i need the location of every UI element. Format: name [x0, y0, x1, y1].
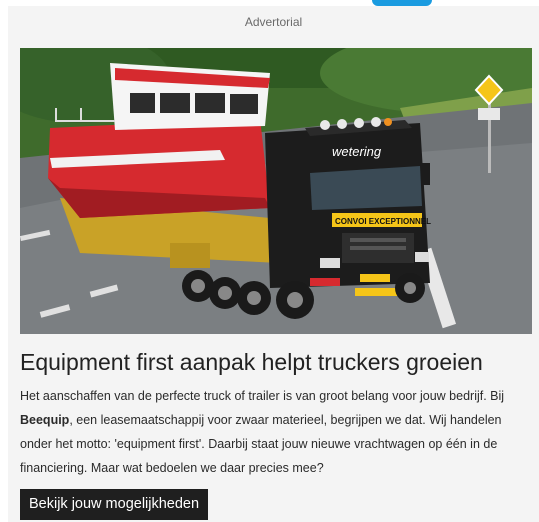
convoi-sign-text: CONVOI EXCEPTIONNEL [335, 217, 431, 226]
headline[interactable]: Equipment first aanpak helpt truckers gr… [20, 348, 532, 376]
body-text-part2: , een leasemaatschappij voor zwaar mater… [20, 413, 502, 475]
advertorial-card[interactable]: Advertorial wetering CONVOI EXCEPTIONNEL… [8, 6, 539, 522]
body-text-part1: Het aanschaffen van de perfecte truck of… [20, 389, 505, 403]
truck-brand-text: wetering [332, 144, 382, 159]
hero-image[interactable]: wetering CONVOI EXCEPTIONNEL [20, 48, 532, 334]
body-text: Het aanschaffen van de perfecte truck of… [20, 384, 536, 480]
cta-button[interactable]: Bekijk jouw mogelijkheden [20, 489, 209, 520]
brand-name: Beequip [20, 413, 70, 427]
truck-photo: wetering CONVOI EXCEPTIONNEL [20, 48, 532, 334]
advertorial-label: Advertorial [244, 15, 303, 29]
